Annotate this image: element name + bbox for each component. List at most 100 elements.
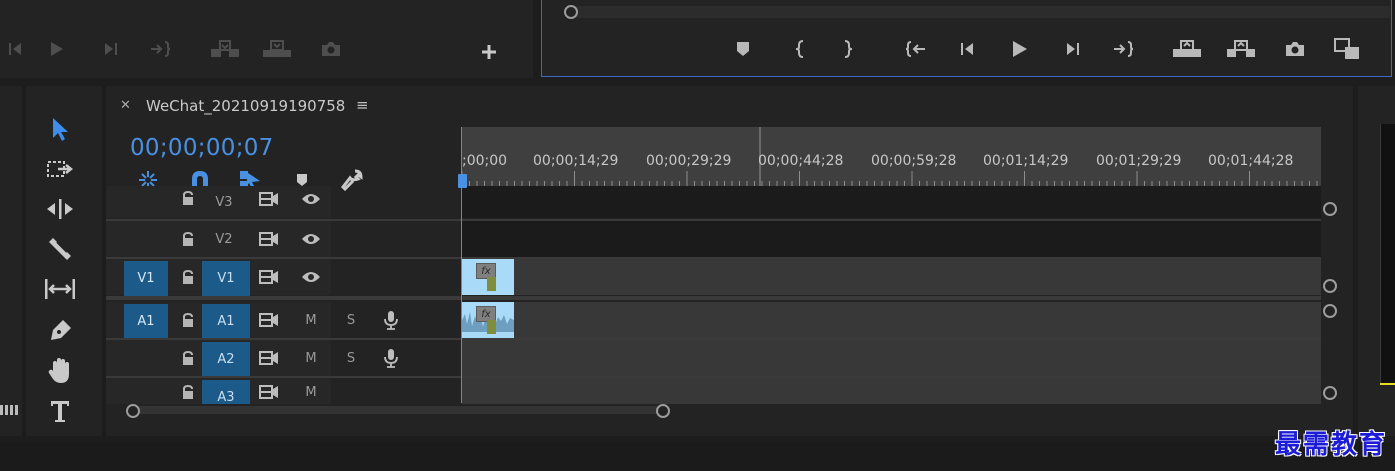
microphone-icon[interactable] <box>380 347 402 369</box>
clip-keyframe[interactable] <box>487 320 496 334</box>
audio-scroll-bottom[interactable] <box>1323 386 1337 400</box>
microphone-icon[interactable] <box>380 309 402 331</box>
program-scrubber[interactable] <box>570 6 1390 18</box>
meter-icon <box>0 404 20 416</box>
track-label-a1[interactable]: A1 <box>202 304 250 339</box>
extract-icon[interactable] <box>1226 34 1256 64</box>
wrench-icon[interactable] <box>338 168 366 192</box>
step-back-icon[interactable] <box>952 34 982 64</box>
type-tool-icon[interactable] <box>40 394 80 428</box>
mute-button[interactable]: M <box>300 382 322 402</box>
go-to-out-icon[interactable] <box>146 34 176 64</box>
slip-tool-icon[interactable] <box>40 272 80 306</box>
solo-button[interactable]: S <box>340 348 362 368</box>
mark-out-icon[interactable] <box>833 34 863 64</box>
pen-tool-icon[interactable] <box>40 314 80 348</box>
clip-keyframe[interactable] <box>487 277 496 291</box>
tools-panel <box>26 86 102 436</box>
overwrite-icon[interactable] <box>262 34 292 64</box>
ruler-label: 00;01;44;28 <box>1208 153 1294 169</box>
camera-icon[interactable] <box>316 34 346 64</box>
video-clip[interactable]: fx <box>462 259 514 295</box>
play-icon[interactable] <box>42 34 72 64</box>
step-forward-icon[interactable] <box>1058 34 1088 64</box>
toggle-sync-lock-icon[interactable] <box>258 349 280 367</box>
selection-tool-icon[interactable] <box>40 112 80 146</box>
time-ruler[interactable]: ;00;00 00;00;14;29 00;00;29;29 00;00;44;… <box>462 127 1321 192</box>
ruler-label: 00;00;44;28 <box>758 153 844 169</box>
razor-tool-icon[interactable] <box>40 232 80 266</box>
video-scroll-bottom[interactable] <box>1323 279 1337 293</box>
lock-icon[interactable] <box>180 190 196 206</box>
insert-icon[interactable] <box>210 34 240 64</box>
lock-icon[interactable] <box>180 312 196 328</box>
eye-icon[interactable] <box>300 230 322 248</box>
marker-icon[interactable] <box>728 34 758 64</box>
sequence-tab[interactable]: WeChat_20210919190758 <box>146 97 345 115</box>
ruler-label: 00;01;14;29 <box>983 153 1069 169</box>
audio-scroll-top[interactable] <box>1323 304 1337 318</box>
lock-icon[interactable] <box>180 269 196 285</box>
close-tab-icon[interactable]: ✕ <box>120 98 131 113</box>
track-header-v1: V1 V1 <box>106 259 331 296</box>
hand-tool-icon[interactable] <box>40 354 80 388</box>
play-icon[interactable] <box>1005 34 1035 64</box>
mute-button[interactable]: M <box>300 310 322 330</box>
lift-icon[interactable] <box>1172 34 1202 64</box>
source-patch-a1[interactable]: A1 <box>124 304 168 339</box>
ruler-label: 00;00;29;29 <box>646 153 732 169</box>
toggle-sync-lock-icon[interactable] <box>258 268 280 286</box>
add-button-icon[interactable] <box>474 37 504 67</box>
horizontal-scrollbar[interactable] <box>126 406 666 414</box>
toggle-sync-lock-icon[interactable] <box>258 230 280 248</box>
track-lane-a1[interactable] <box>462 302 1321 338</box>
panel-menu-icon[interactable]: ≡ <box>356 96 369 114</box>
ripple-edit-tool-icon[interactable] <box>40 192 80 226</box>
track-lane-a2[interactable] <box>462 340 1321 376</box>
zoom-handle-left[interactable] <box>126 404 140 418</box>
scrubber-handle[interactable] <box>564 5 578 19</box>
playhead-line[interactable] <box>461 127 462 403</box>
eye-icon[interactable] <box>300 190 322 208</box>
source-patch-v1[interactable]: V1 <box>124 261 168 296</box>
lock-icon[interactable] <box>180 384 196 400</box>
track-lane-v2[interactable] <box>462 221 1321 257</box>
camera-icon[interactable] <box>1280 34 1310 64</box>
ruler-label: 00;00;14;29 <box>533 153 619 169</box>
track-header-a3: A3 M S <box>106 378 331 404</box>
track-label-a3[interactable]: A3 <box>202 380 250 404</box>
go-to-in-icon[interactable] <box>900 34 930 64</box>
playhead-handle[interactable] <box>458 174 467 188</box>
track-lane-v1[interactable] <box>462 259 1321 295</box>
track-label-v3[interactable]: V3 <box>202 186 246 218</box>
watermark-text: 最需教育 <box>1274 430 1387 460</box>
track-select-tool-icon[interactable] <box>40 152 80 186</box>
compare-icon[interactable] <box>1332 34 1362 64</box>
track-header-a1: A1 A1 M S <box>106 302 398 339</box>
step-back-icon[interactable] <box>0 34 30 64</box>
program-monitor-panel <box>541 0 1392 77</box>
audio-clip[interactable]: fx <box>462 302 514 338</box>
lock-icon[interactable] <box>180 350 196 366</box>
toggle-sync-lock-icon[interactable] <box>258 190 280 208</box>
video-audio-divider[interactable] <box>106 296 1321 300</box>
status-bar <box>0 441 1395 471</box>
go-to-out-icon[interactable] <box>1109 34 1139 64</box>
track-label-a2[interactable]: A2 <box>202 342 250 377</box>
zoom-handle-right[interactable] <box>656 404 670 418</box>
timeline-panel: ✕ WeChat_20210919190758 ≡ 00;00;00;07 ;0… <box>106 86 1353 436</box>
video-scroll-top[interactable] <box>1323 202 1337 216</box>
step-forward-icon[interactable] <box>96 34 126 64</box>
track-label-v2[interactable]: V2 <box>202 221 246 257</box>
lock-icon[interactable] <box>180 231 196 247</box>
solo-button[interactable]: S <box>340 310 362 330</box>
track-lane-v3[interactable] <box>462 186 1321 218</box>
toggle-sync-lock-icon[interactable] <box>258 383 280 401</box>
eye-icon[interactable] <box>300 268 322 286</box>
mute-button[interactable]: M <box>300 348 322 368</box>
track-lane-a3[interactable] <box>462 378 1321 404</box>
playhead-timecode[interactable]: 00;00;00;07 <box>130 135 274 161</box>
track-label-v1[interactable]: V1 <box>202 261 250 296</box>
toggle-sync-lock-icon[interactable] <box>258 311 280 329</box>
mark-in-icon[interactable] <box>785 34 815 64</box>
